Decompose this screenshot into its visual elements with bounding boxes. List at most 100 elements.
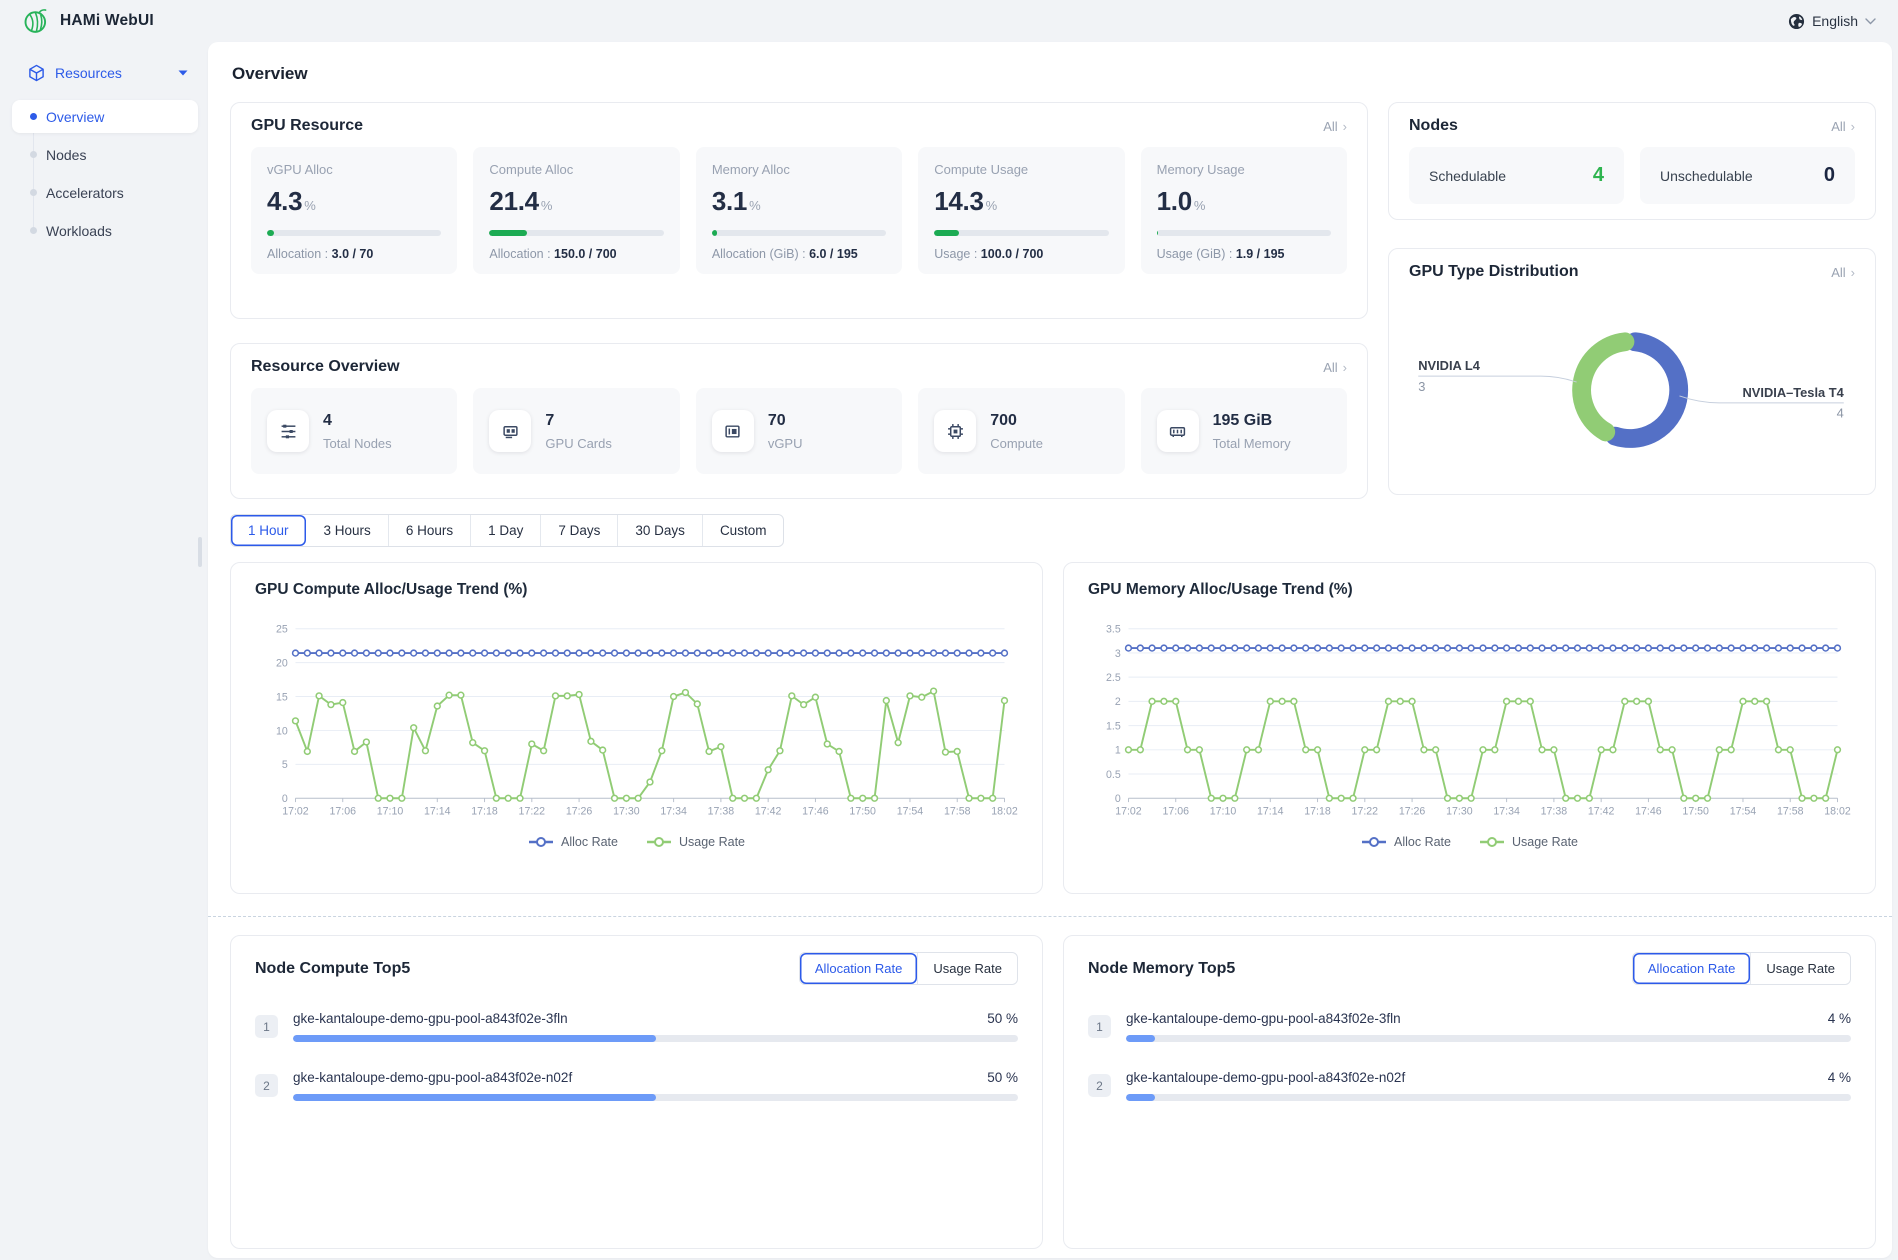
gpu-compute-trend-card: GPU Compute Alloc/Usage Trend (%) 051015… [230,562,1043,894]
sidebar-item-workloads[interactable]: Workloads [12,214,198,247]
stat-unit: % [304,198,315,213]
overview-stat-label: GPU Cards [545,436,611,451]
usage-rate-button[interactable]: Usage Rate [917,953,1017,984]
unschedulable-value: 0 [1824,164,1835,187]
gpu-type-all-link[interactable]: All › [1831,265,1855,280]
item-dot [30,227,37,234]
sidebar-item-overview[interactable]: Overview [12,100,198,133]
schedulable-value: 4 [1593,164,1604,187]
svg-text:5: 5 [282,759,288,771]
svg-text:3: 3 [1115,648,1121,660]
tab-3-hours[interactable]: 3 Hours [306,515,388,546]
sidebar-item-nodes[interactable]: Nodes [12,138,198,171]
chart-title: GPU Compute Alloc/Usage Trend (%) [255,581,1018,599]
svg-text:17:26: 17:26 [1399,806,1426,818]
brand: HAMi WebUI [22,7,154,35]
sidebar-collapse-handle[interactable] [198,537,202,567]
rank-badge: 2 [1088,1074,1111,1097]
svg-text:17:22: 17:22 [519,806,546,818]
stat-label: Compute Alloc [489,162,663,177]
svg-text:NVIDIA–Tesla T4: NVIDIA–Tesla T4 [1743,385,1845,400]
svg-text:17:58: 17:58 [1777,806,1804,818]
stat-compute-alloc: Compute Alloc 21.4% Allocation : 150.0 /… [473,147,679,274]
memory-icon [1157,410,1199,452]
svg-text:17:06: 17:06 [1163,806,1190,818]
nodes-all-link[interactable]: All › [1831,119,1855,134]
legend-usage-rate[interactable]: Usage Rate [1479,835,1578,849]
svg-text:0: 0 [1115,793,1121,805]
node-rate-value: 4 % [1828,1070,1851,1085]
svg-text:17:50: 17:50 [849,806,876,818]
legend-usage-rate[interactable]: Usage Rate [646,835,745,849]
svg-text:18:02: 18:02 [991,806,1018,818]
overview-stat-gpu-cards: 7 GPU Cards [473,388,679,474]
svg-text:17:42: 17:42 [1588,806,1615,818]
all-label: All [1831,119,1845,134]
usage-rate-button[interactable]: Usage Rate [1750,953,1850,984]
vgpu-icon [712,410,754,452]
top-grid: GPU Resource All › vGPU Alloc 4.3% Alloc… [230,102,1876,499]
card-title: Node Memory Top5 [1088,960,1235,978]
stat-progress-fill [712,230,717,236]
svg-text:25: 25 [276,624,288,636]
stat-unit: % [1194,198,1205,213]
tab-1-hour[interactable]: 1 Hour [231,515,306,546]
resource-overview-all-link[interactable]: All › [1323,360,1347,375]
hami-logo-icon [22,7,50,35]
schedulable-label: Schedulable [1429,168,1506,184]
allocation-rate-button[interactable]: Allocation Rate [1633,953,1750,984]
overview-stat-label: Compute [990,436,1043,451]
sidebar-item-label: Overview [46,109,104,125]
language-selector[interactable]: English [1788,13,1876,30]
svg-text:17:10: 17:10 [1210,806,1237,818]
sidebar-item-label: Workloads [46,223,112,239]
gpu-type-distribution-card: GPU Type Distribution All › NVIDIA L43NV… [1388,248,1876,495]
node-name: gke-kantaloupe-demo-gpu-pool-a843f02e-3f… [293,1011,973,1026]
svg-text:17:50: 17:50 [1682,806,1709,818]
node-rate-value: 50 % [987,1011,1018,1026]
svg-text:17:26: 17:26 [566,806,593,818]
stat-vgpu-alloc: vGPU Alloc 4.3% Allocation : 3.0 / 70 [251,147,457,274]
legend-alloc-rate[interactable]: Alloc Rate [1361,835,1451,849]
chevron-down-icon [1865,18,1876,25]
svg-text:4: 4 [1837,406,1844,421]
page-title: Overview [232,64,1876,84]
gpu-type-donut-chart: NVIDIA L43NVIDIA–Tesla T44 [1409,293,1855,483]
stat-value: 14.3 [934,186,983,216]
gpu-compute-trend-chart: 051015202517:0217:0617:1017:1417:1817:22… [255,621,1018,827]
tab-7-days[interactable]: 7 Days [540,515,617,546]
svg-text:17:54: 17:54 [1730,806,1757,818]
legend-label: Usage Rate [1512,835,1578,849]
svg-text:0: 0 [282,793,288,805]
rate-bar-track [293,1094,1018,1101]
sidebar: Resources Overview Nodes Accelerators Wo… [0,42,208,1260]
chart-legend: Alloc Rate Usage Rate [255,835,1018,849]
node-compute-top5-card: Node Compute Top5 Allocation Rate Usage … [230,935,1043,1249]
globe-icon [1788,13,1805,30]
tab-6-hours[interactable]: 6 Hours [388,515,470,546]
stat-unit: % [541,198,552,213]
svg-text:17:46: 17:46 [802,806,829,818]
app-title: HAMi WebUI [60,12,154,30]
svg-text:2.5: 2.5 [1106,672,1121,684]
tab-30-days[interactable]: 30 Days [617,515,702,546]
hami-webui-dashboard: HAMi WebUI English [0,0,1898,1260]
rank-badge: 2 [255,1074,278,1097]
rate-bar-track [1126,1094,1851,1101]
tab-1-day[interactable]: 1 Day [470,515,540,546]
tab-custom[interactable]: Custom [702,515,784,546]
svg-text:17:30: 17:30 [1446,806,1473,818]
stat-label: Memory Usage [1157,162,1331,177]
allocation-rate-button[interactable]: Allocation Rate [800,953,917,984]
legend-alloc-rate[interactable]: Alloc Rate [528,835,618,849]
sidebar-group-resources[interactable]: Resources [12,56,198,90]
table-row: 1 gke-kantaloupe-demo-gpu-pool-a843f02e-… [1088,1011,1851,1042]
stat-progress-track [1157,230,1331,236]
sidebar-item-accelerators[interactable]: Accelerators [12,176,198,209]
compute-rate-toggle: Allocation Rate Usage Rate [799,952,1018,985]
card-title: Node Compute Top5 [255,960,410,978]
gpu-memory-trend-chart: 00.511.522.533.517:0217:0617:1017:1417:1… [1088,621,1851,827]
svg-text:10: 10 [276,725,288,737]
rank-badge: 1 [255,1015,278,1038]
gpu-resource-all-link[interactable]: All › [1323,119,1347,134]
